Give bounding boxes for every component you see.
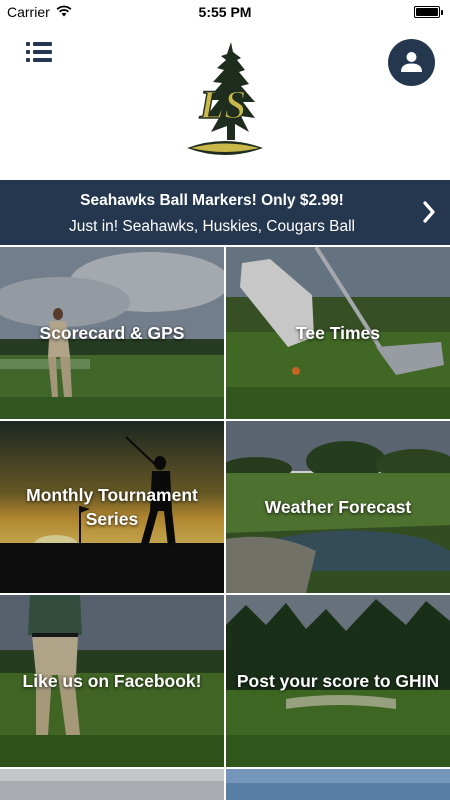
club-logo: LS: [187, 42, 263, 155]
app-header: LS: [0, 24, 450, 180]
tile-monthly-tournament[interactable]: Monthly Tournament Series: [0, 421, 224, 593]
chevron-right-icon: [423, 201, 435, 223]
tile-partial-right[interactable]: [226, 769, 450, 800]
promo-subtitle: Just in! Seahawks, Huskies, Cougars Ball: [68, 218, 356, 235]
tile-label: Tee Times: [296, 323, 380, 343]
logo-monogram: LS: [199, 82, 247, 127]
tile-label: Post your score to GHIN: [236, 671, 440, 691]
tile-label: Scorecard & GPS: [39, 323, 185, 343]
tile-label: Weather Forecast: [264, 497, 412, 517]
tile-post-score-ghin[interactable]: Post your score to GHIN: [226, 595, 450, 767]
status-bar: Carrier 5:55 PM: [0, 0, 450, 24]
tile-scorecard-gps[interactable]: Scorecard & GPS: [0, 247, 224, 419]
user-icon: [401, 52, 422, 72]
status-time: 5:55 PM: [198, 4, 252, 20]
promo-title: Seahawks Ball Markers! Only $2.99!: [80, 192, 344, 209]
tile-facebook[interactable]: Like us on Facebook!: [0, 595, 224, 767]
tile-partial-left[interactable]: [0, 769, 224, 800]
promo-banner[interactable]: Seahawks Ball Markers! Only $2.99! Just …: [0, 180, 450, 245]
battery-icon: [414, 6, 443, 18]
tile-tee-times[interactable]: Tee Times: [226, 247, 450, 419]
tile-label: Like us on Facebook!: [22, 671, 202, 691]
menu-button[interactable]: [26, 42, 52, 66]
tile-label: Monthly Tournament Series: [26, 485, 198, 529]
profile-button[interactable]: [388, 39, 435, 86]
tile-weather-forecast[interactable]: Weather Forecast: [226, 421, 450, 593]
